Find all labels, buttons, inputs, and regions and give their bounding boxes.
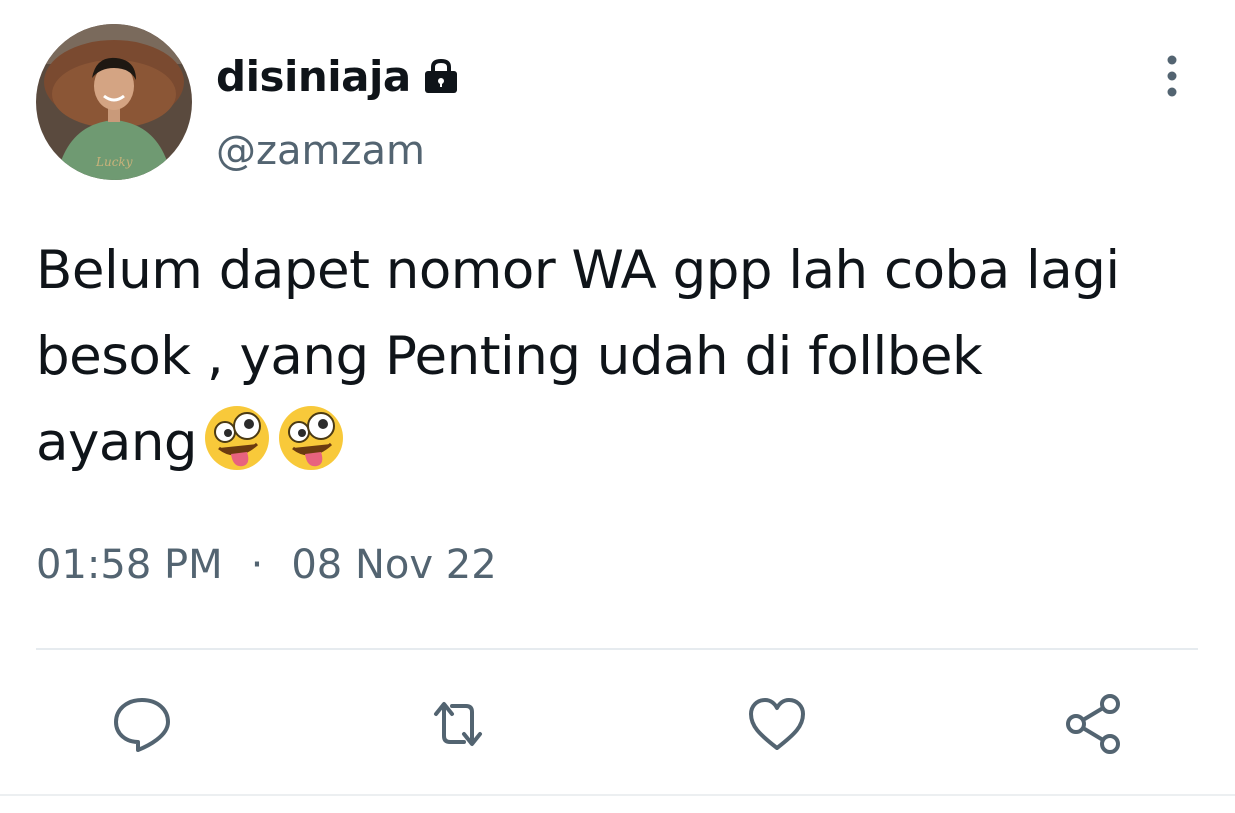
like-button[interactable] [745, 692, 809, 756]
tweet-text-segment: ayang [36, 412, 198, 473]
more-options-icon[interactable] [1150, 52, 1194, 100]
zany-face-emoji-icon [277, 404, 345, 472]
retweet-button[interactable] [426, 692, 490, 756]
divider [36, 648, 1198, 650]
share-button[interactable] [1062, 692, 1126, 756]
retweet-icon [434, 702, 482, 746]
reply-icon [114, 698, 170, 752]
reply-button[interactable] [110, 692, 174, 756]
tweet-text-line: besok , yang Penting udah di follbek [36, 326, 983, 387]
author-name-row: disiniaja [216, 52, 461, 101]
zany-face-emoji-icon [203, 404, 271, 472]
tweet-timestamp[interactable]: 01:58 PM · 08 Nov 22 [36, 542, 497, 588]
avatar[interactable]: Lucky [36, 24, 192, 180]
heart-icon [749, 698, 805, 750]
lock-icon [421, 57, 461, 97]
display-name[interactable]: disiniaja [216, 52, 411, 101]
share-icon [1066, 694, 1120, 754]
tweet-text-line: Belum dapet nomor WA gpp lah coba lagi [36, 240, 1120, 301]
meta-separator: · [250, 542, 264, 588]
user-avatar-photo: Lucky [36, 24, 192, 180]
tweet-text-line: ayang [36, 400, 1196, 486]
svg-text:Lucky: Lucky [95, 155, 133, 169]
bottom-divider [0, 794, 1235, 796]
user-handle[interactable]: @zamzam [216, 128, 425, 174]
tweet-time: 01:58 PM [36, 542, 223, 588]
tweet-card: Lucky disiniaja @zamzam Belum dapet nomo… [0, 0, 1235, 813]
tweet-text: Belum dapet nomor WA gpp lah coba lagi b… [36, 228, 1196, 486]
tweet-date: 08 Nov 22 [291, 542, 497, 588]
